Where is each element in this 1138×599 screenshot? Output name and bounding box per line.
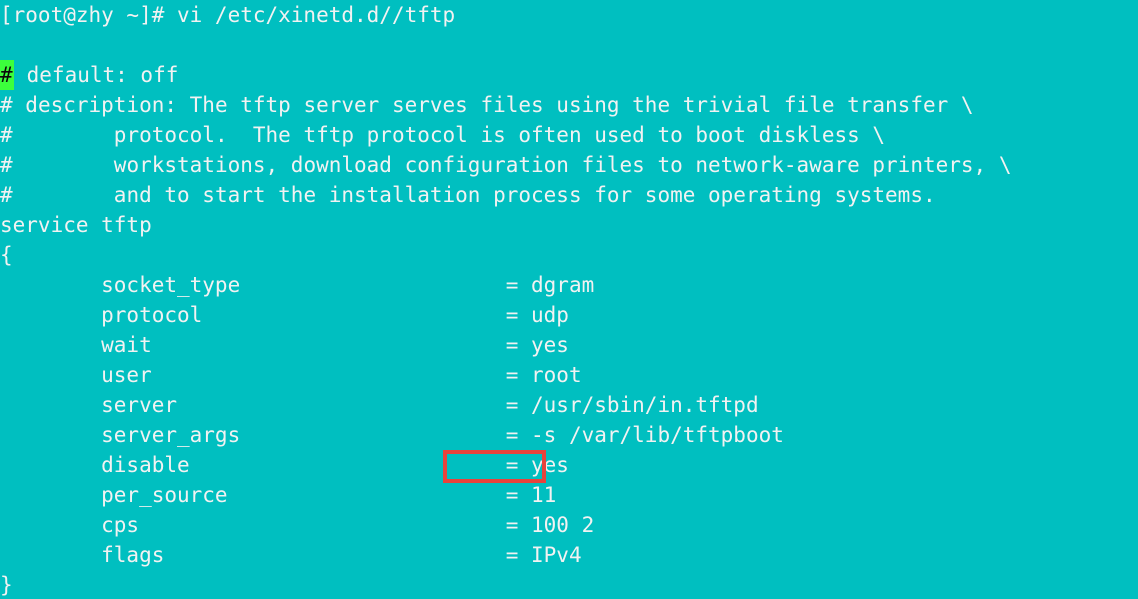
directive-disable: disable = yes <box>0 453 569 477</box>
file-line-comment-description[interactable]: # description: The tftp server serves fi… <box>0 90 1138 120</box>
directive-row-protocol[interactable]: protocol = udp <box>0 300 1138 330</box>
file-line-comment-workstations[interactable]: # workstations, download configuration f… <box>0 150 1138 180</box>
directive-wait: wait = yes <box>0 333 569 357</box>
directive-row-per_source[interactable]: per_source = 11 <box>0 480 1138 510</box>
file-line-brace-close[interactable]: } <box>0 570 1138 599</box>
directive-row-user[interactable]: user = root <box>0 360 1138 390</box>
directive-row-server_args[interactable]: server_args = -s /var/lib/tftpboot <box>0 420 1138 450</box>
directive-row-disable[interactable]: disable = yes <box>0 450 1138 480</box>
terminal-window[interactable]: [root@zhy ~]# vi /etc/xinetd.d//tftp # d… <box>0 0 1138 599</box>
brace-open-text: { <box>0 243 13 267</box>
directive-row-wait[interactable]: wait = yes <box>0 330 1138 360</box>
directive-cps: cps = 100 2 <box>0 513 595 537</box>
directive-protocol: protocol = udp <box>0 303 569 327</box>
directive-per_source: per_source = 11 <box>0 483 557 507</box>
file-line-service-decl[interactable]: service tftp <box>0 210 1138 240</box>
directive-server_args: server_args = -s /var/lib/tftpboot <box>0 423 784 447</box>
directive-row-socket_type[interactable]: socket_type = dgram <box>0 270 1138 300</box>
vi-cursor-block[interactable]: # <box>0 60 14 90</box>
directive-row-server[interactable]: server = /usr/sbin/in.tftpd <box>0 390 1138 420</box>
directive-row-cps[interactable]: cps = 100 2 <box>0 510 1138 540</box>
terminal-screen: [root@zhy ~]# vi /etc/xinetd.d//tftp # d… <box>0 0 1138 599</box>
file-line-text: default: off <box>14 63 179 87</box>
file-line-comment-default[interactable]: # default: off <box>0 60 1138 90</box>
file-line-hash: # <box>0 93 13 117</box>
file-line-text: workstations, download configuration fil… <box>12 153 1012 177</box>
file-line-comment-install[interactable]: # and to start the installation process … <box>0 180 1138 210</box>
directive-row-flags[interactable]: flags = IPv4 <box>0 540 1138 570</box>
file-line-hash: # <box>0 183 13 207</box>
file-line-text: and to start the installation process fo… <box>12 183 936 207</box>
file-line-text: protocol. The tftp protocol is often use… <box>12 123 886 147</box>
file-line-brace-open[interactable]: { <box>0 240 1138 270</box>
brace-close-text: } <box>0 573 13 597</box>
file-line-comment-protocol[interactable]: # protocol. The tftp protocol is often u… <box>0 120 1138 150</box>
directive-socket_type: socket_type = dgram <box>0 273 595 297</box>
service-declaration-text: service tftp <box>0 213 152 237</box>
file-line-hash: # <box>0 153 13 177</box>
directive-server: server = /usr/sbin/in.tftpd <box>0 393 759 417</box>
file-line-text: description: The tftp server serves file… <box>12 93 974 117</box>
directive-flags: flags = IPv4 <box>0 543 582 567</box>
directive-user: user = root <box>0 363 582 387</box>
shell-prompt-text: [root@zhy ~]# vi /etc/xinetd.d//tftp <box>0 3 456 27</box>
file-line-hash: # <box>0 123 13 147</box>
shell-prompt-line: [root@zhy ~]# vi /etc/xinetd.d//tftp <box>0 0 1138 30</box>
